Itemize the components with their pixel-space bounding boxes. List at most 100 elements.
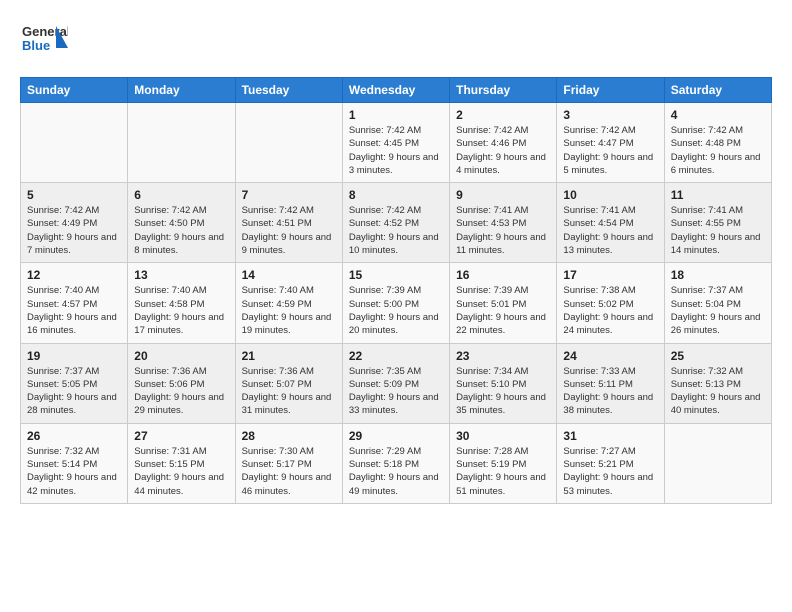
day-number: 26: [27, 429, 121, 443]
day-info: Sunrise: 7:29 AMSunset: 5:18 PMDaylight:…: [349, 445, 443, 498]
calendar-week-row: 1 Sunrise: 7:42 AMSunset: 4:45 PMDaylight…: [21, 103, 772, 183]
calendar-cell: 13 Sunrise: 7:40 AMSunset: 4:58 PMDayligh…: [128, 263, 235, 343]
day-info: Sunrise: 7:27 AMSunset: 5:21 PMDaylight:…: [563, 445, 657, 498]
day-number: 13: [134, 268, 228, 282]
day-info: Sunrise: 7:40 AMSunset: 4:58 PMDaylight:…: [134, 284, 228, 337]
day-number: 8: [349, 188, 443, 202]
calendar-cell: 22 Sunrise: 7:35 AMSunset: 5:09 PMDayligh…: [342, 343, 449, 423]
calendar-cell: 7 Sunrise: 7:42 AMSunset: 4:51 PMDaylight…: [235, 183, 342, 263]
day-number: 11: [671, 188, 765, 202]
day-number: 25: [671, 349, 765, 363]
day-number: 2: [456, 108, 550, 122]
calendar-cell: [21, 103, 128, 183]
calendar-cell: 4 Sunrise: 7:42 AMSunset: 4:48 PMDaylight…: [664, 103, 771, 183]
calendar-cell: 27Sunrise: 7:31 AMSunset: 5:15 PMDayligh…: [128, 423, 235, 503]
weekday-header: Saturday: [664, 78, 771, 103]
calendar-header-row: SundayMondayTuesdayWednesdayThursdayFrid…: [21, 78, 772, 103]
weekday-header: Sunday: [21, 78, 128, 103]
weekday-header: Friday: [557, 78, 664, 103]
day-number: 9: [456, 188, 550, 202]
calendar-cell: 11 Sunrise: 7:41 AMSunset: 4:55 PMDayligh…: [664, 183, 771, 263]
weekday-header: Thursday: [450, 78, 557, 103]
day-number: 27: [134, 429, 228, 443]
calendar-week-row: 19 Sunrise: 7:37 AMSunset: 5:05 PMDayligh…: [21, 343, 772, 423]
day-number: 16: [456, 268, 550, 282]
calendar-cell: 19 Sunrise: 7:37 AMSunset: 5:05 PMDayligh…: [21, 343, 128, 423]
day-info: Sunrise: 7:39 AMSunset: 5:00 PMDaylight:…: [349, 284, 443, 337]
day-info: Sunrise: 7:39 AMSunset: 5:01 PMDaylight:…: [456, 284, 550, 337]
day-number: 17: [563, 268, 657, 282]
day-number: 30: [456, 429, 550, 443]
calendar-cell: 5 Sunrise: 7:42 AMSunset: 4:49 PMDaylight…: [21, 183, 128, 263]
calendar-cell: 20 Sunrise: 7:36 AMSunset: 5:06 PMDayligh…: [128, 343, 235, 423]
day-number: 22: [349, 349, 443, 363]
calendar-cell: [128, 103, 235, 183]
calendar-cell: 3 Sunrise: 7:42 AMSunset: 4:47 PMDaylight…: [557, 103, 664, 183]
header: General Blue: [20, 16, 772, 69]
day-info: Sunrise: 7:41 AMSunset: 4:54 PMDaylight:…: [563, 204, 657, 257]
day-info: Sunrise: 7:42 AMSunset: 4:47 PMDaylight:…: [563, 124, 657, 177]
day-info: Sunrise: 7:40 AMSunset: 4:57 PMDaylight:…: [27, 284, 121, 337]
day-number: 14: [242, 268, 336, 282]
calendar-cell: [664, 423, 771, 503]
day-number: 31: [563, 429, 657, 443]
day-number: 6: [134, 188, 228, 202]
day-number: 21: [242, 349, 336, 363]
calendar-cell: 25 Sunrise: 7:32 AMSunset: 5:13 PMDayligh…: [664, 343, 771, 423]
calendar-week-row: 5 Sunrise: 7:42 AMSunset: 4:49 PMDaylight…: [21, 183, 772, 263]
day-number: 29: [349, 429, 443, 443]
day-info: Sunrise: 7:42 AMSunset: 4:51 PMDaylight:…: [242, 204, 336, 257]
day-info: Sunrise: 7:32 AMSunset: 5:13 PMDaylight:…: [671, 365, 765, 418]
day-number: 3: [563, 108, 657, 122]
day-info: Sunrise: 7:42 AMSunset: 4:50 PMDaylight:…: [134, 204, 228, 257]
day-number: 23: [456, 349, 550, 363]
svg-text:Blue: Blue: [22, 38, 50, 53]
day-info: Sunrise: 7:37 AMSunset: 5:04 PMDaylight:…: [671, 284, 765, 337]
calendar-cell: 21 Sunrise: 7:36 AMSunset: 5:07 PMDayligh…: [235, 343, 342, 423]
calendar-cell: 2 Sunrise: 7:42 AMSunset: 4:46 PMDaylight…: [450, 103, 557, 183]
day-info: Sunrise: 7:42 AMSunset: 4:49 PMDaylight:…: [27, 204, 121, 257]
calendar-table: SundayMondayTuesdayWednesdayThursdayFrid…: [20, 77, 772, 504]
day-info: Sunrise: 7:42 AMSunset: 4:46 PMDaylight:…: [456, 124, 550, 177]
day-number: 20: [134, 349, 228, 363]
weekday-header: Tuesday: [235, 78, 342, 103]
weekday-header: Wednesday: [342, 78, 449, 103]
calendar-cell: 1 Sunrise: 7:42 AMSunset: 4:45 PMDaylight…: [342, 103, 449, 183]
calendar-cell: 18Sunrise: 7:37 AMSunset: 5:04 PMDayligh…: [664, 263, 771, 343]
day-info: Sunrise: 7:37 AMSunset: 5:05 PMDaylight:…: [27, 365, 121, 418]
calendar-cell: 17Sunrise: 7:38 AMSunset: 5:02 PMDayligh…: [557, 263, 664, 343]
day-number: 1: [349, 108, 443, 122]
calendar-cell: 10 Sunrise: 7:41 AMSunset: 4:54 PMDayligh…: [557, 183, 664, 263]
calendar-cell: 6 Sunrise: 7:42 AMSunset: 4:50 PMDaylight…: [128, 183, 235, 263]
day-info: Sunrise: 7:35 AMSunset: 5:09 PMDaylight:…: [349, 365, 443, 418]
calendar-week-row: 26Sunrise: 7:32 AMSunset: 5:14 PMDayligh…: [21, 423, 772, 503]
calendar-cell: [235, 103, 342, 183]
day-info: Sunrise: 7:42 AMSunset: 4:48 PMDaylight:…: [671, 124, 765, 177]
calendar-cell: 23Sunrise: 7:34 AMSunset: 5:10 PMDayligh…: [450, 343, 557, 423]
day-number: 19: [27, 349, 121, 363]
weekday-header: Monday: [128, 78, 235, 103]
day-info: Sunrise: 7:41 AMSunset: 4:55 PMDaylight:…: [671, 204, 765, 257]
calendar-cell: 29 Sunrise: 7:29 AMSunset: 5:18 PMDayligh…: [342, 423, 449, 503]
calendar-cell: 26Sunrise: 7:32 AMSunset: 5:14 PMDayligh…: [21, 423, 128, 503]
logo-icon: General Blue: [20, 16, 68, 69]
day-number: 5: [27, 188, 121, 202]
day-info: Sunrise: 7:41 AMSunset: 4:53 PMDaylight:…: [456, 204, 550, 257]
calendar-cell: 14Sunrise: 7:40 AMSunset: 4:59 PMDayligh…: [235, 263, 342, 343]
calendar-cell: 28Sunrise: 7:30 AMSunset: 5:17 PMDayligh…: [235, 423, 342, 503]
day-info: Sunrise: 7:42 AMSunset: 4:45 PMDaylight:…: [349, 124, 443, 177]
calendar-cell: 30Sunrise: 7:28 AMSunset: 5:19 PMDayligh…: [450, 423, 557, 503]
day-number: 10: [563, 188, 657, 202]
day-number: 28: [242, 429, 336, 443]
calendar-cell: 31 Sunrise: 7:27 AMSunset: 5:21 PMDayligh…: [557, 423, 664, 503]
day-info: Sunrise: 7:36 AMSunset: 5:07 PMDaylight:…: [242, 365, 336, 418]
calendar-week-row: 12 Sunrise: 7:40 AMSunset: 4:57 PMDayligh…: [21, 263, 772, 343]
calendar-cell: 9 Sunrise: 7:41 AMSunset: 4:53 PMDaylight…: [450, 183, 557, 263]
day-number: 7: [242, 188, 336, 202]
day-number: 15: [349, 268, 443, 282]
day-number: 24: [563, 349, 657, 363]
day-number: 4: [671, 108, 765, 122]
day-number: 12: [27, 268, 121, 282]
day-info: Sunrise: 7:36 AMSunset: 5:06 PMDaylight:…: [134, 365, 228, 418]
day-info: Sunrise: 7:42 AMSunset: 4:52 PMDaylight:…: [349, 204, 443, 257]
